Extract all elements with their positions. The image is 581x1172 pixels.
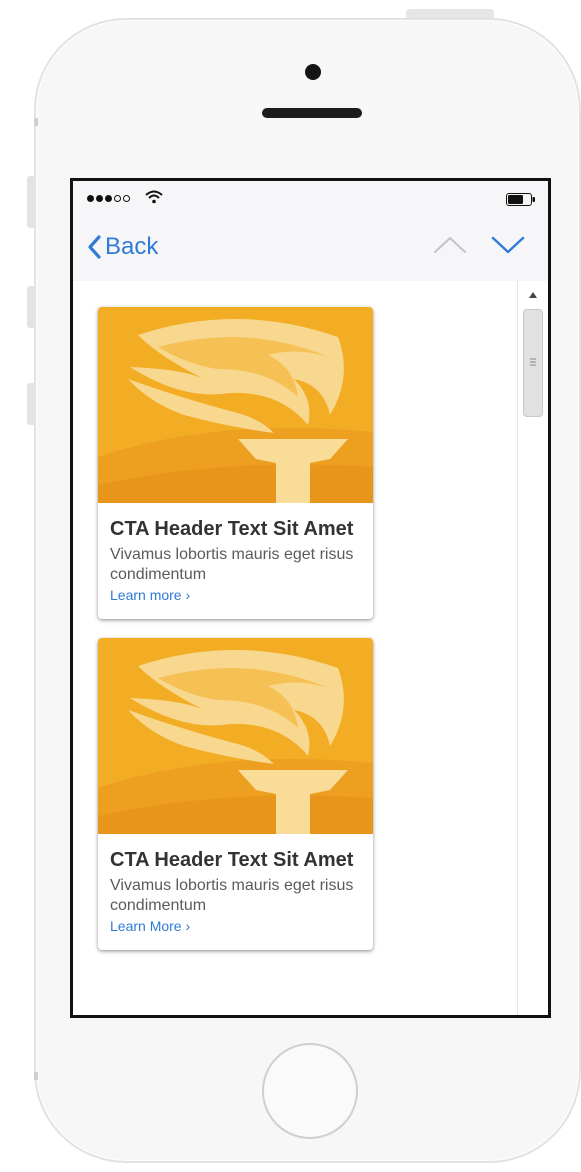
chevron-up-icon [434,237,466,253]
card-body: CTA Header Text Sit Amet Vivamus loborti… [98,503,373,619]
chevron-down-icon [491,236,525,254]
battery-icon [506,193,535,206]
navigation-bar: Back [73,221,548,279]
earpiece-speaker [262,108,362,118]
learn-more-link[interactable]: Learn More › [110,918,190,934]
email-content: CTA Header Text Sit Amet Vivamus loborti… [73,281,518,1015]
phone-screen: Back CTA Header Text Sit Amet Vivamus lo… [70,178,551,1018]
card-description: Vivamus lobortis mauris eget risus condi… [110,877,354,914]
cta-card[interactable]: CTA Header Text Sit Amet Vivamus loborti… [98,638,373,950]
vertical-scrollbar[interactable] [517,281,548,1015]
card-title: CTA Header Text Sit Amet [110,518,354,540]
cta-card[interactable]: CTA Header Text Sit Amet Vivamus loborti… [98,307,373,619]
torch-image [98,307,373,503]
chevron-left-icon [88,235,101,259]
scroll-up-arrow-icon[interactable] [528,291,538,299]
back-label: Back [105,233,159,260]
card-description: Vivamus lobortis mauris eget risus condi… [110,546,354,583]
scroll-thumb[interactable] [523,309,543,417]
next-button[interactable] [491,234,525,261]
previous-button[interactable] [433,234,467,261]
antenna-line [34,1072,38,1080]
card-body: CTA Header Text Sit Amet Vivamus loborti… [98,834,373,950]
header-bar: Back [73,181,548,281]
antenna-line [34,118,38,126]
status-bar [73,181,548,221]
mockup-stage: Back CTA Header Text Sit Amet Vivamus lo… [0,0,581,1172]
card-list: CTA Header Text Sit Amet Vivamus loborti… [98,307,373,969]
torch-image [98,638,373,834]
front-camera [305,64,321,80]
home-button[interactable] [262,1043,358,1139]
back-button[interactable]: Back [87,233,158,261]
learn-more-link[interactable]: Learn more › [110,587,190,603]
wifi-icon [145,190,163,204]
card-title: CTA Header Text Sit Amet [110,849,354,871]
signal-strength-icon [87,195,130,202]
grip-icon [530,358,536,366]
